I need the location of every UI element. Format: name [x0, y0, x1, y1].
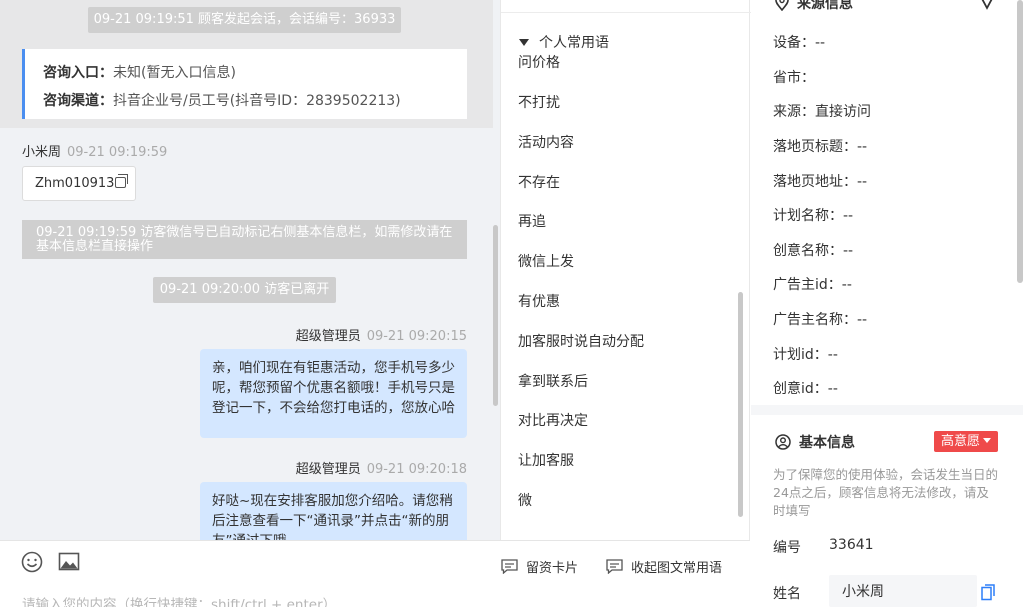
entry-value: 未知(暂无入口信息): [113, 65, 236, 81]
location-icon: [775, 0, 789, 11]
message-icon: [606, 559, 623, 574]
field-landing-url: 落地页地址：--: [773, 174, 868, 190]
copy-icon[interactable]: [115, 174, 129, 188]
channel-label: 咨询渠道：: [43, 93, 113, 109]
lead-card-button[interactable]: 留资卡片: [501, 557, 578, 576]
phrase-item[interactable]: 微: [518, 490, 532, 510]
basic-info-title: 基本信息: [775, 432, 855, 452]
field-plan-id: 计划id：--: [773, 347, 838, 363]
phrase-item[interactable]: 让加客服: [518, 450, 574, 470]
field-advertiser-name: 广告主名称：--: [773, 312, 868, 328]
sender-name: 小米周: [22, 145, 62, 160]
sender-name: 超级管理员: [295, 329, 361, 344]
smile-icon[interactable]: [21, 551, 43, 573]
intent-level-dropdown[interactable]: 高意愿: [934, 431, 998, 452]
agent-message-bubble: 好哒~现在安排客服加您介绍哈。请您稍后注意查看一下“通讯录”并点击“新的朋友”通…: [200, 482, 467, 540]
channel-value: 抖音企业号/员工号(抖音号ID：2839502213): [113, 93, 401, 109]
phrase-item[interactable]: 有优惠: [518, 291, 560, 311]
visitor-message-meta: 小米周 09-21 09:19:59: [22, 141, 167, 160]
field-advertiser-id: 广告主id：--: [773, 277, 852, 293]
field-creative-id: 创意id：--: [773, 381, 838, 397]
phrase-item[interactable]: 问价格: [518, 52, 560, 72]
chat-scrollbar[interactable]: [493, 225, 498, 406]
system-message-wechat-marked: 09-21 09:19:59 访客微信号已自动标记右侧基本信息栏，如需修改请在基…: [22, 220, 467, 259]
source-info-title: 来源信息: [775, 0, 853, 13]
chat-panel: 09-21 09:19:51 顾客发起会话，会话编号：36933 咨询入口：未知…: [0, 0, 500, 540]
phrase-group-label: 个人常用语: [539, 35, 609, 51]
wechat-id-box[interactable]: Zhm010913: [22, 166, 136, 201]
divider: [501, 12, 751, 13]
caret-down-icon: [983, 438, 991, 443]
edit-icon[interactable]: [977, 0, 997, 10]
field-creative-name: 创意名称：--: [773, 243, 854, 259]
system-message-session-start: 09-21 09:19:51 顾客发起会话，会话编号：36933: [88, 7, 401, 33]
customer-id-label: 编号: [773, 540, 801, 556]
collapse-phrases-button[interactable]: 收起图文常用语: [606, 557, 722, 576]
card-icon: [501, 559, 518, 574]
info-scrollbar[interactable]: [1017, 0, 1023, 283]
agent-message-bubble: 亲，咱们现在有钜惠活动，您手机号多少呢，帮您预留个优惠名额哦！手机号只是登记一下…: [200, 349, 467, 438]
field-source: 来源：直接访问: [773, 104, 871, 120]
edit-deadline-notice: 为了保障您的使用体验，会话发生当日的24点之后，顾客信息将无法修改，请及时填写: [773, 467, 999, 518]
user-icon: [775, 434, 791, 450]
phrase-item[interactable]: 不打扰: [518, 92, 560, 112]
source-info-label: 来源信息: [797, 0, 853, 12]
field-province: 省市：: [773, 70, 815, 86]
customer-name-label: 姓名: [773, 586, 801, 602]
agent-message-meta: 超级管理员 09-21 09:20:15: [296, 325, 467, 344]
message-time: 09-21 09:19:59: [67, 145, 168, 160]
image-icon[interactable]: [58, 551, 80, 573]
phrases-scrollbar[interactable]: [738, 292, 743, 517]
phrase-item[interactable]: 拿到联系后: [518, 371, 588, 391]
customer-id-value: 33641: [829, 537, 874, 553]
basic-info-label: 基本信息: [799, 435, 855, 451]
info-panel: 来源信息 设备：-- 省市： 来源：直接访问 落地页标题：-- 落地页地址：--…: [751, 0, 1023, 607]
field-plan-name: 计划名称：--: [773, 208, 854, 224]
caret-down-icon: [519, 39, 529, 46]
phrases-panel: 个人常用语 问价格 不打扰 活动内容 不存在 再追 微信上发 有优惠 加客服时说…: [500, 0, 751, 540]
sender-name: 超级管理员: [295, 462, 361, 477]
field-landing-title: 落地页标题：--: [773, 139, 868, 155]
field-device: 设备：--: [773, 35, 826, 51]
message-time: 09-21 09:20:18: [366, 462, 467, 477]
phrase-item[interactable]: 再追: [518, 211, 546, 231]
input-area: 留资卡片 收起图文常用语 请输入您的内容（换行快捷键：shift/ctrl + …: [0, 540, 750, 607]
customer-name-input[interactable]: 小米周: [829, 575, 977, 607]
message-time: 09-21 09:20:15: [366, 329, 467, 344]
phrase-item[interactable]: 活动内容: [518, 132, 574, 152]
entry-label: 咨询入口：: [43, 65, 113, 81]
intent-level-value: 高意愿: [940, 434, 980, 449]
agent-message-meta: 超级管理员 09-21 09:20:18: [296, 458, 467, 477]
message-input[interactable]: 请输入您的内容（换行快捷键：shift/ctrl + enter）: [22, 593, 336, 607]
section-divider: [751, 405, 1023, 415]
phrase-item[interactable]: 对比再决定: [518, 410, 588, 430]
phrase-group-personal[interactable]: 个人常用语: [519, 32, 609, 52]
entry-info-card: 咨询入口：未知(暂无入口信息) 咨询渠道：抖音企业号/员工号(抖音号ID：283…: [22, 49, 467, 119]
system-message-visitor-left: 09-21 09:20:00 访客已离开: [153, 277, 336, 303]
phrase-item[interactable]: 不存在: [518, 172, 560, 192]
phrase-item[interactable]: 微信上发: [518, 251, 574, 271]
lead-card-label: 留资卡片: [526, 561, 579, 576]
collapse-phrases-label: 收起图文常用语: [631, 561, 723, 576]
wechat-id: Zhm010913: [35, 176, 115, 191]
copy-icon[interactable]: [981, 584, 995, 601]
phrase-item[interactable]: 加客服时说自动分配: [518, 331, 644, 351]
